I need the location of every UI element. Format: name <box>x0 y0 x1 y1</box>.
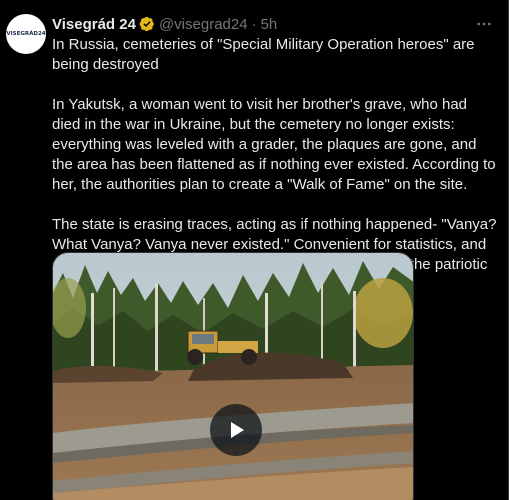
video-frame <box>53 253 413 500</box>
tweet-paragraph: In Yakutsk, a woman went to visit her br… <box>52 96 496 193</box>
play-icon <box>231 422 244 438</box>
avatar[interactable]: VISEGRÁD24 <box>6 14 46 54</box>
tweet[interactable]: VISEGRÁD24 Visegrád 24 @visegrad24 · 5h … <box>0 0 509 500</box>
user-handle[interactable]: @visegrad24 <box>159 16 248 33</box>
video-thumbnail[interactable] <box>52 252 414 500</box>
tweet-paragraph: In Russia, cemeteries of "Special Milita… <box>52 36 475 73</box>
separator-dot: · <box>251 15 257 33</box>
tweet-header: Visegrád 24 @visegrad24 · 5h <box>52 14 277 34</box>
display-name[interactable]: Visegrád 24 <box>52 16 136 33</box>
play-button[interactable] <box>210 404 262 456</box>
avatar-logo-text: VISEGRÁD24 <box>6 31 46 37</box>
timestamp[interactable]: 5h <box>261 16 278 33</box>
verified-badge-icon[interactable] <box>139 16 155 32</box>
more-options-icon[interactable] <box>474 14 494 34</box>
